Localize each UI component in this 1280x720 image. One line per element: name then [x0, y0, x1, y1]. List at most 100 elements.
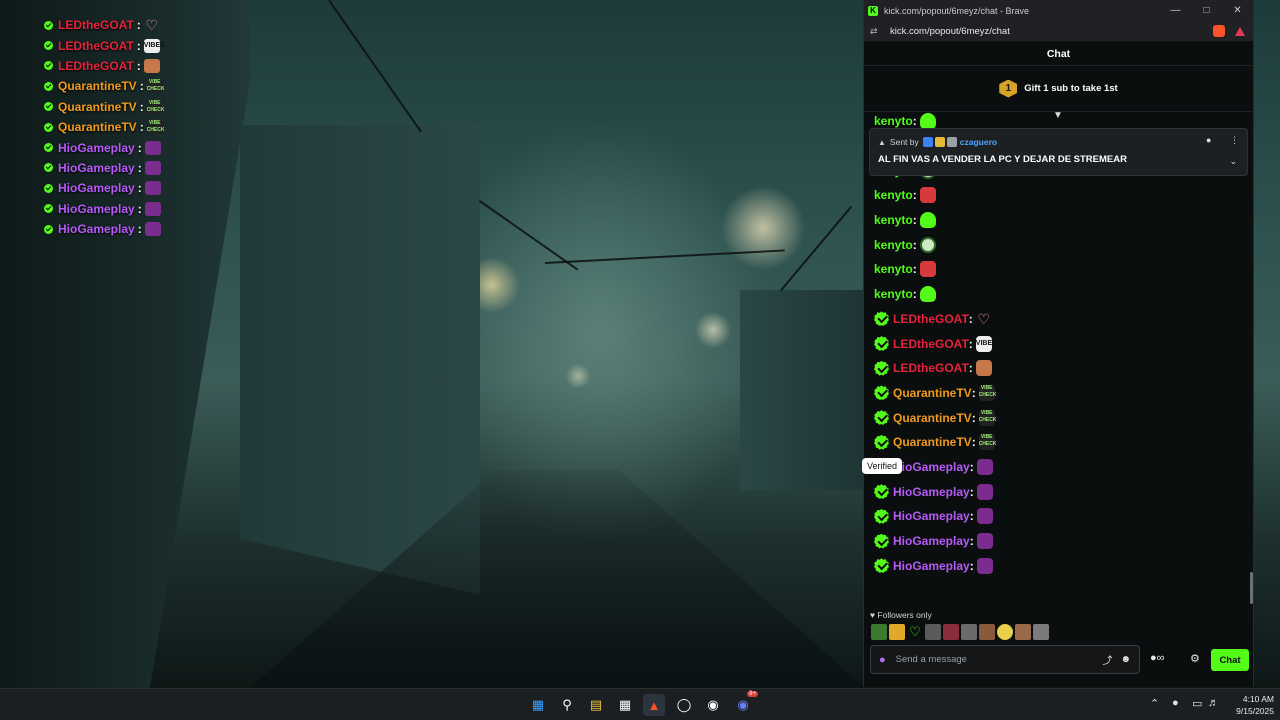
- purple-emote[interactable]: [144, 160, 161, 175]
- chat-username[interactable]: HioGameplay: [893, 509, 970, 523]
- angry-emote[interactable]: [919, 187, 936, 204]
- purple-emote[interactable]: [144, 222, 161, 237]
- site-settings-icon[interactable]: ⇄: [870, 26, 884, 37]
- kick-points-icon[interactable]: ●∞: [1150, 652, 1165, 664]
- mic-icon[interactable]: ●: [879, 654, 886, 666]
- verified-badge-icon[interactable]: [874, 484, 889, 500]
- verified-badge-icon[interactable]: [874, 311, 889, 327]
- vibe-check-emote[interactable]: VIBE CHECK: [146, 99, 164, 114]
- url-text[interactable]: kick.com/popout/6meyz/chat: [884, 26, 1213, 37]
- chat-username[interactable]: kenyto: [874, 188, 913, 202]
- verified-badge-icon[interactable]: [874, 360, 889, 376]
- volume-icon[interactable]: ♬: [1208, 697, 1219, 709]
- vibe-check-emote[interactable]: VIBE CHECK: [978, 384, 996, 401]
- chat-username[interactable]: kenyto: [874, 213, 913, 227]
- purple-emote[interactable]: [976, 483, 993, 500]
- search-icon[interactable]: ⚲: [556, 694, 578, 716]
- verified-badge-icon[interactable]: [874, 508, 889, 524]
- maximize-button[interactable]: □: [1191, 5, 1222, 16]
- chat-username[interactable]: HioGameplay: [893, 559, 970, 573]
- purple-emote[interactable]: [976, 533, 993, 550]
- verified-badge-icon[interactable]: [874, 336, 889, 352]
- face-emote-1[interactable]: [925, 624, 941, 640]
- emoji-icon[interactable]: ☻: [1120, 654, 1131, 665]
- chat-username[interactable]: LEDtheGOAT: [893, 337, 969, 351]
- face-emote-4[interactable]: [979, 624, 995, 640]
- chat-username[interactable]: QuarantineTV: [893, 435, 972, 449]
- crown-emote[interactable]: [889, 624, 905, 640]
- chat-username[interactable]: kenyto: [874, 287, 913, 301]
- brave-rewards-icon[interactable]: [1235, 26, 1245, 36]
- face-emote-3[interactable]: [961, 624, 977, 640]
- skull-emote[interactable]: [919, 236, 936, 253]
- heart-emote[interactable]: ♡: [144, 18, 160, 32]
- obs-icon[interactable]: ◯: [673, 694, 695, 716]
- minimize-button[interactable]: —: [1160, 5, 1191, 16]
- face-emote-5[interactable]: [1015, 624, 1031, 640]
- file-explorer-icon[interactable]: ▤: [585, 694, 607, 716]
- chat-username[interactable]: kenyto: [874, 114, 913, 128]
- vibe-check-emote[interactable]: VIBE CHECK: [146, 120, 164, 135]
- settings-gear-icon[interactable]: ⚙: [1190, 652, 1200, 665]
- vibe-check-emote[interactable]: VIBE CHECK: [146, 79, 164, 94]
- system-clock[interactable]: 4:10 AM 9/15/2025: [1224, 693, 1274, 717]
- chevron-down-icon[interactable]: ⌄: [1229, 156, 1237, 167]
- chat-username[interactable]: kenyto: [874, 262, 913, 276]
- verified-badge-icon[interactable]: [874, 434, 889, 450]
- purple-emote[interactable]: [144, 140, 161, 155]
- discord-icon[interactable]: ◉ 9+: [732, 691, 758, 716]
- yellow-face-emote[interactable]: [997, 624, 1013, 640]
- heart-emote[interactable]: ♡: [976, 311, 992, 327]
- ghost-emote[interactable]: [919, 212, 936, 229]
- angry-emote[interactable]: [919, 261, 936, 278]
- verified-badge-icon[interactable]: [874, 558, 889, 574]
- pinned-username[interactable]: czaguero: [960, 137, 997, 147]
- ghost-emote[interactable]: [919, 286, 936, 303]
- translate-icon[interactable]: ⤴: [1102, 652, 1112, 667]
- chat-username[interactable]: kenyto: [874, 238, 913, 252]
- message-box[interactable]: ● ⤴ ☻: [870, 645, 1140, 674]
- scroll-to-pinned-icon[interactable]: ▼: [1053, 110, 1063, 121]
- unpin-icon[interactable]: ●: [1206, 135, 1211, 145]
- chat-username[interactable]: LEDtheGOAT: [893, 361, 969, 375]
- close-button[interactable]: ✕: [1222, 5, 1253, 16]
- chat-username[interactable]: HioGameplay: [893, 460, 970, 474]
- steam-icon[interactable]: ◉: [702, 694, 724, 716]
- purple-emote[interactable]: [144, 181, 161, 196]
- verified-badge-icon[interactable]: [874, 410, 889, 426]
- chat-username[interactable]: QuarantineTV: [893, 386, 972, 400]
- message-input[interactable]: [895, 654, 1103, 665]
- chat-username[interactable]: QuarantineTV: [893, 411, 972, 425]
- verified-badge-icon[interactable]: [874, 533, 889, 549]
- dancing-emote[interactable]: [143, 58, 160, 73]
- brave-browser-icon[interactable]: ▲: [643, 694, 665, 716]
- face-emote-6[interactable]: [1033, 624, 1049, 640]
- chat-username[interactable]: HioGameplay: [893, 534, 970, 548]
- chevron-up-icon[interactable]: ⌃: [1150, 697, 1159, 710]
- vibes-emote[interactable]: VIBES: [143, 38, 165, 53]
- heart-outline-emote[interactable]: ♡: [907, 624, 923, 640]
- purple-emote[interactable]: [976, 508, 993, 525]
- chat-scrollbar[interactable]: [1250, 572, 1253, 604]
- purple-emote[interactable]: [976, 458, 993, 475]
- verified-badge-icon[interactable]: [874, 385, 889, 401]
- windows-start-icon[interactable]: ▦: [527, 694, 549, 716]
- ghost-emote[interactable]: [919, 113, 936, 130]
- microphone-icon[interactable]: ●: [1172, 697, 1179, 709]
- network-icon[interactable]: ▭: [1192, 697, 1202, 710]
- chat-username[interactable]: LEDtheGOAT: [893, 312, 969, 326]
- store-icon[interactable]: ▦: [614, 694, 636, 716]
- vibe-check-emote[interactable]: VIBE CHECK: [978, 409, 996, 426]
- purple-emote[interactable]: [976, 557, 993, 574]
- send-chat-button[interactable]: Chat: [1211, 649, 1249, 671]
- more-options-icon[interactable]: ⋮: [1230, 135, 1239, 145]
- face-emote-2[interactable]: [943, 624, 959, 640]
- gift-sub-banner[interactable]: 1 Gift 1 sub to take 1st: [864, 66, 1253, 112]
- address-bar[interactable]: ⇄ kick.com/popout/6meyz/chat: [864, 21, 1253, 42]
- purple-emote[interactable]: [144, 201, 161, 216]
- dancing-emote[interactable]: [975, 360, 992, 377]
- vibe-check-emote[interactable]: VIBE CHECK: [978, 434, 996, 451]
- chat-username[interactable]: HioGameplay: [893, 485, 970, 499]
- vibes-emote[interactable]: VIBES: [975, 335, 997, 352]
- frog-emote[interactable]: [871, 624, 887, 640]
